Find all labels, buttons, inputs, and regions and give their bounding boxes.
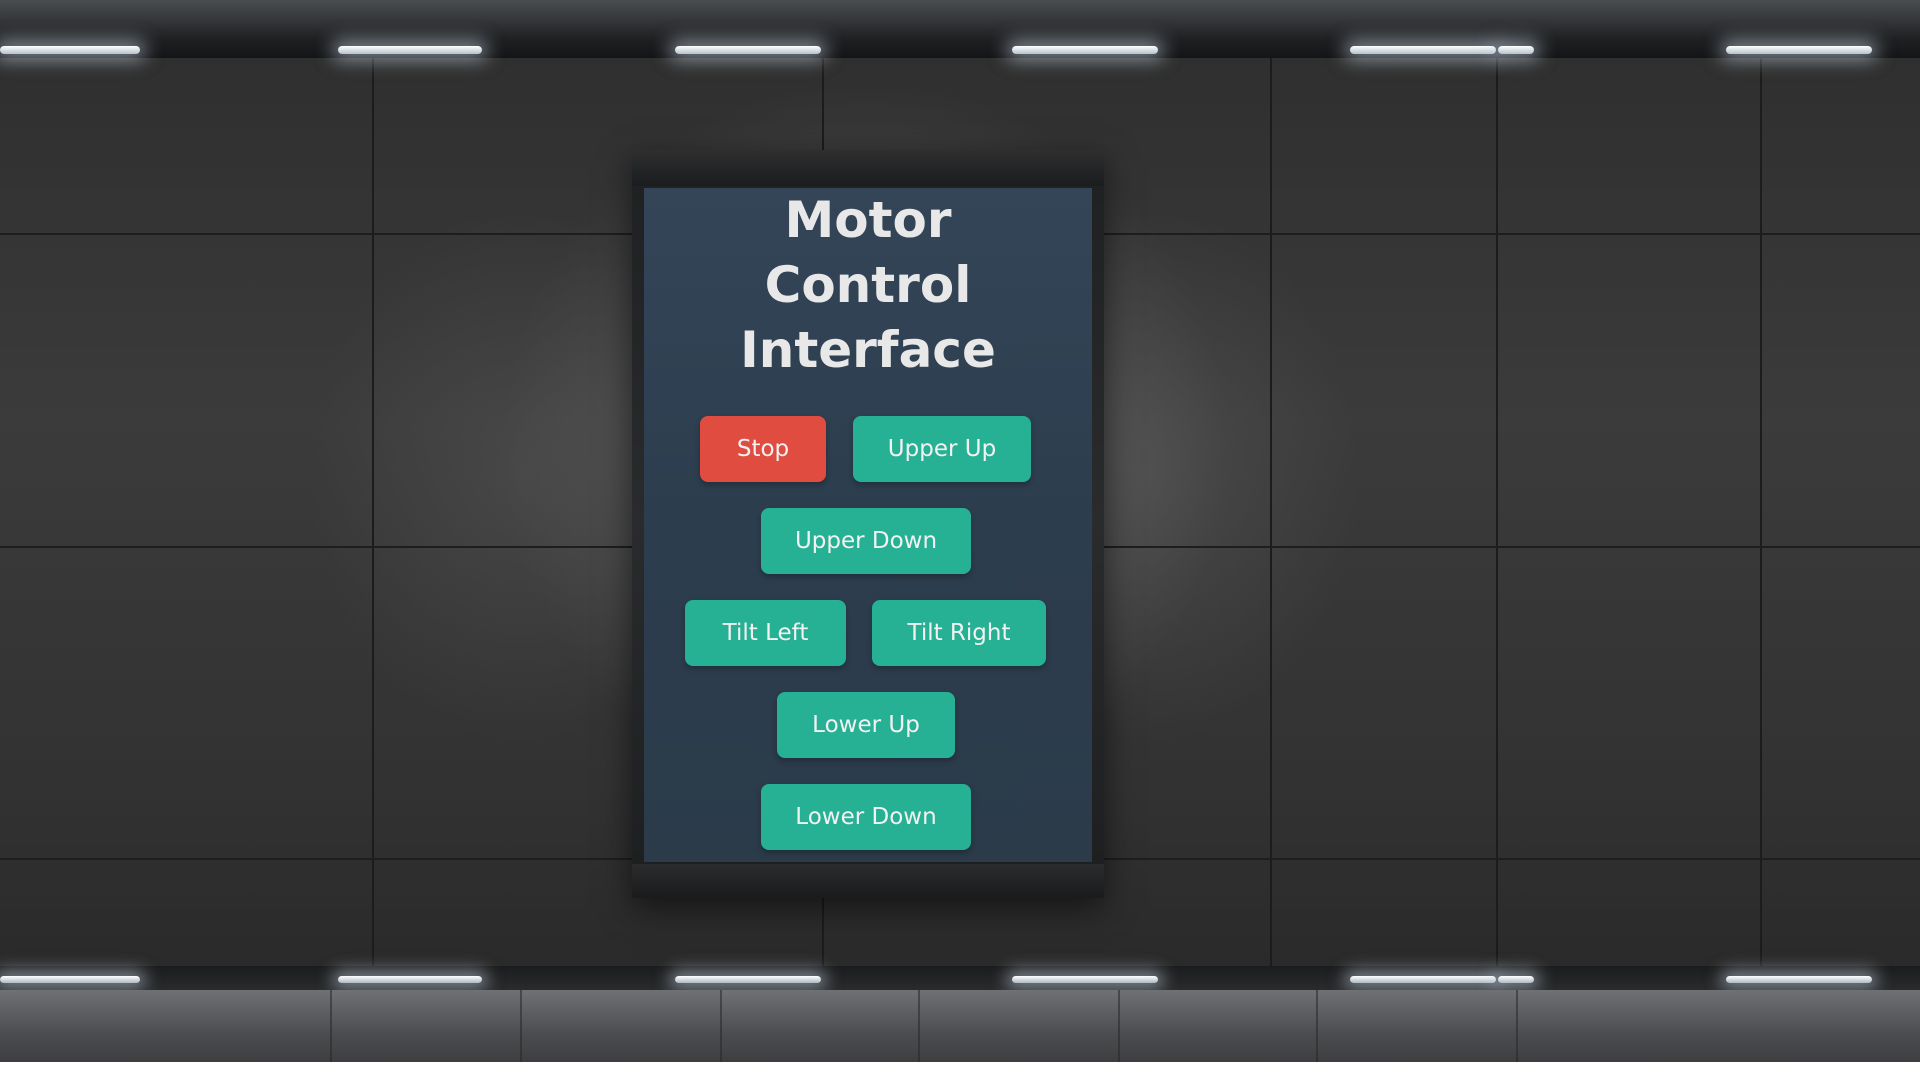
floor-light xyxy=(1350,976,1496,983)
ceiling-light xyxy=(1350,46,1496,54)
ceiling-light xyxy=(338,46,482,54)
stop-button[interactable]: Stop xyxy=(700,416,826,482)
floor-trim xyxy=(0,966,1920,992)
wall-seam xyxy=(372,56,374,968)
ceiling xyxy=(0,0,1920,58)
floor-seam xyxy=(1316,990,1318,1062)
floor xyxy=(0,990,1920,1062)
lower-up-button[interactable]: Lower Up xyxy=(777,692,955,758)
floor-light xyxy=(675,976,821,983)
page-title-line: Motor xyxy=(784,191,952,249)
floor-light xyxy=(0,976,140,983)
floor-seam xyxy=(918,990,920,1062)
display-frame: Motor Control Interface Stop Upper Up Up… xyxy=(632,150,1104,898)
floor-seam xyxy=(520,990,522,1062)
lower-down-button[interactable]: Lower Down xyxy=(761,784,971,850)
floor-light xyxy=(1498,976,1534,983)
floor-seam xyxy=(1118,990,1120,1062)
wall-seam xyxy=(1270,56,1272,968)
ceiling-light xyxy=(1726,46,1872,54)
floor-seam xyxy=(330,990,332,1062)
floor-seam xyxy=(720,990,722,1062)
wall-seam xyxy=(1760,56,1762,968)
scene: Motor Control Interface Stop Upper Up Up… xyxy=(0,0,1920,1062)
upper-down-button[interactable]: Upper Down xyxy=(761,508,971,574)
ceiling-light xyxy=(1012,46,1158,54)
ceiling-light xyxy=(675,46,821,54)
page-title-line: Interface xyxy=(740,321,996,379)
wall-seam xyxy=(1496,56,1498,968)
ceiling-light xyxy=(0,46,140,54)
tilt-right-button[interactable]: Tilt Right xyxy=(872,600,1046,666)
ceiling-light xyxy=(1498,46,1534,54)
floor-light xyxy=(1726,976,1872,983)
floor-light xyxy=(1012,976,1158,983)
floor-seam xyxy=(1516,990,1518,1062)
tilt-left-button[interactable]: Tilt Left xyxy=(685,600,846,666)
upper-up-button[interactable]: Upper Up xyxy=(853,416,1031,482)
display-frame-bottom xyxy=(632,864,1104,898)
control-screen: Motor Control Interface Stop Upper Up Up… xyxy=(644,188,1092,862)
floor-light xyxy=(338,976,482,983)
page-title-line: Control xyxy=(764,256,972,314)
page-title: Motor Control Interface xyxy=(644,188,1092,383)
display-frame-top xyxy=(632,150,1104,186)
